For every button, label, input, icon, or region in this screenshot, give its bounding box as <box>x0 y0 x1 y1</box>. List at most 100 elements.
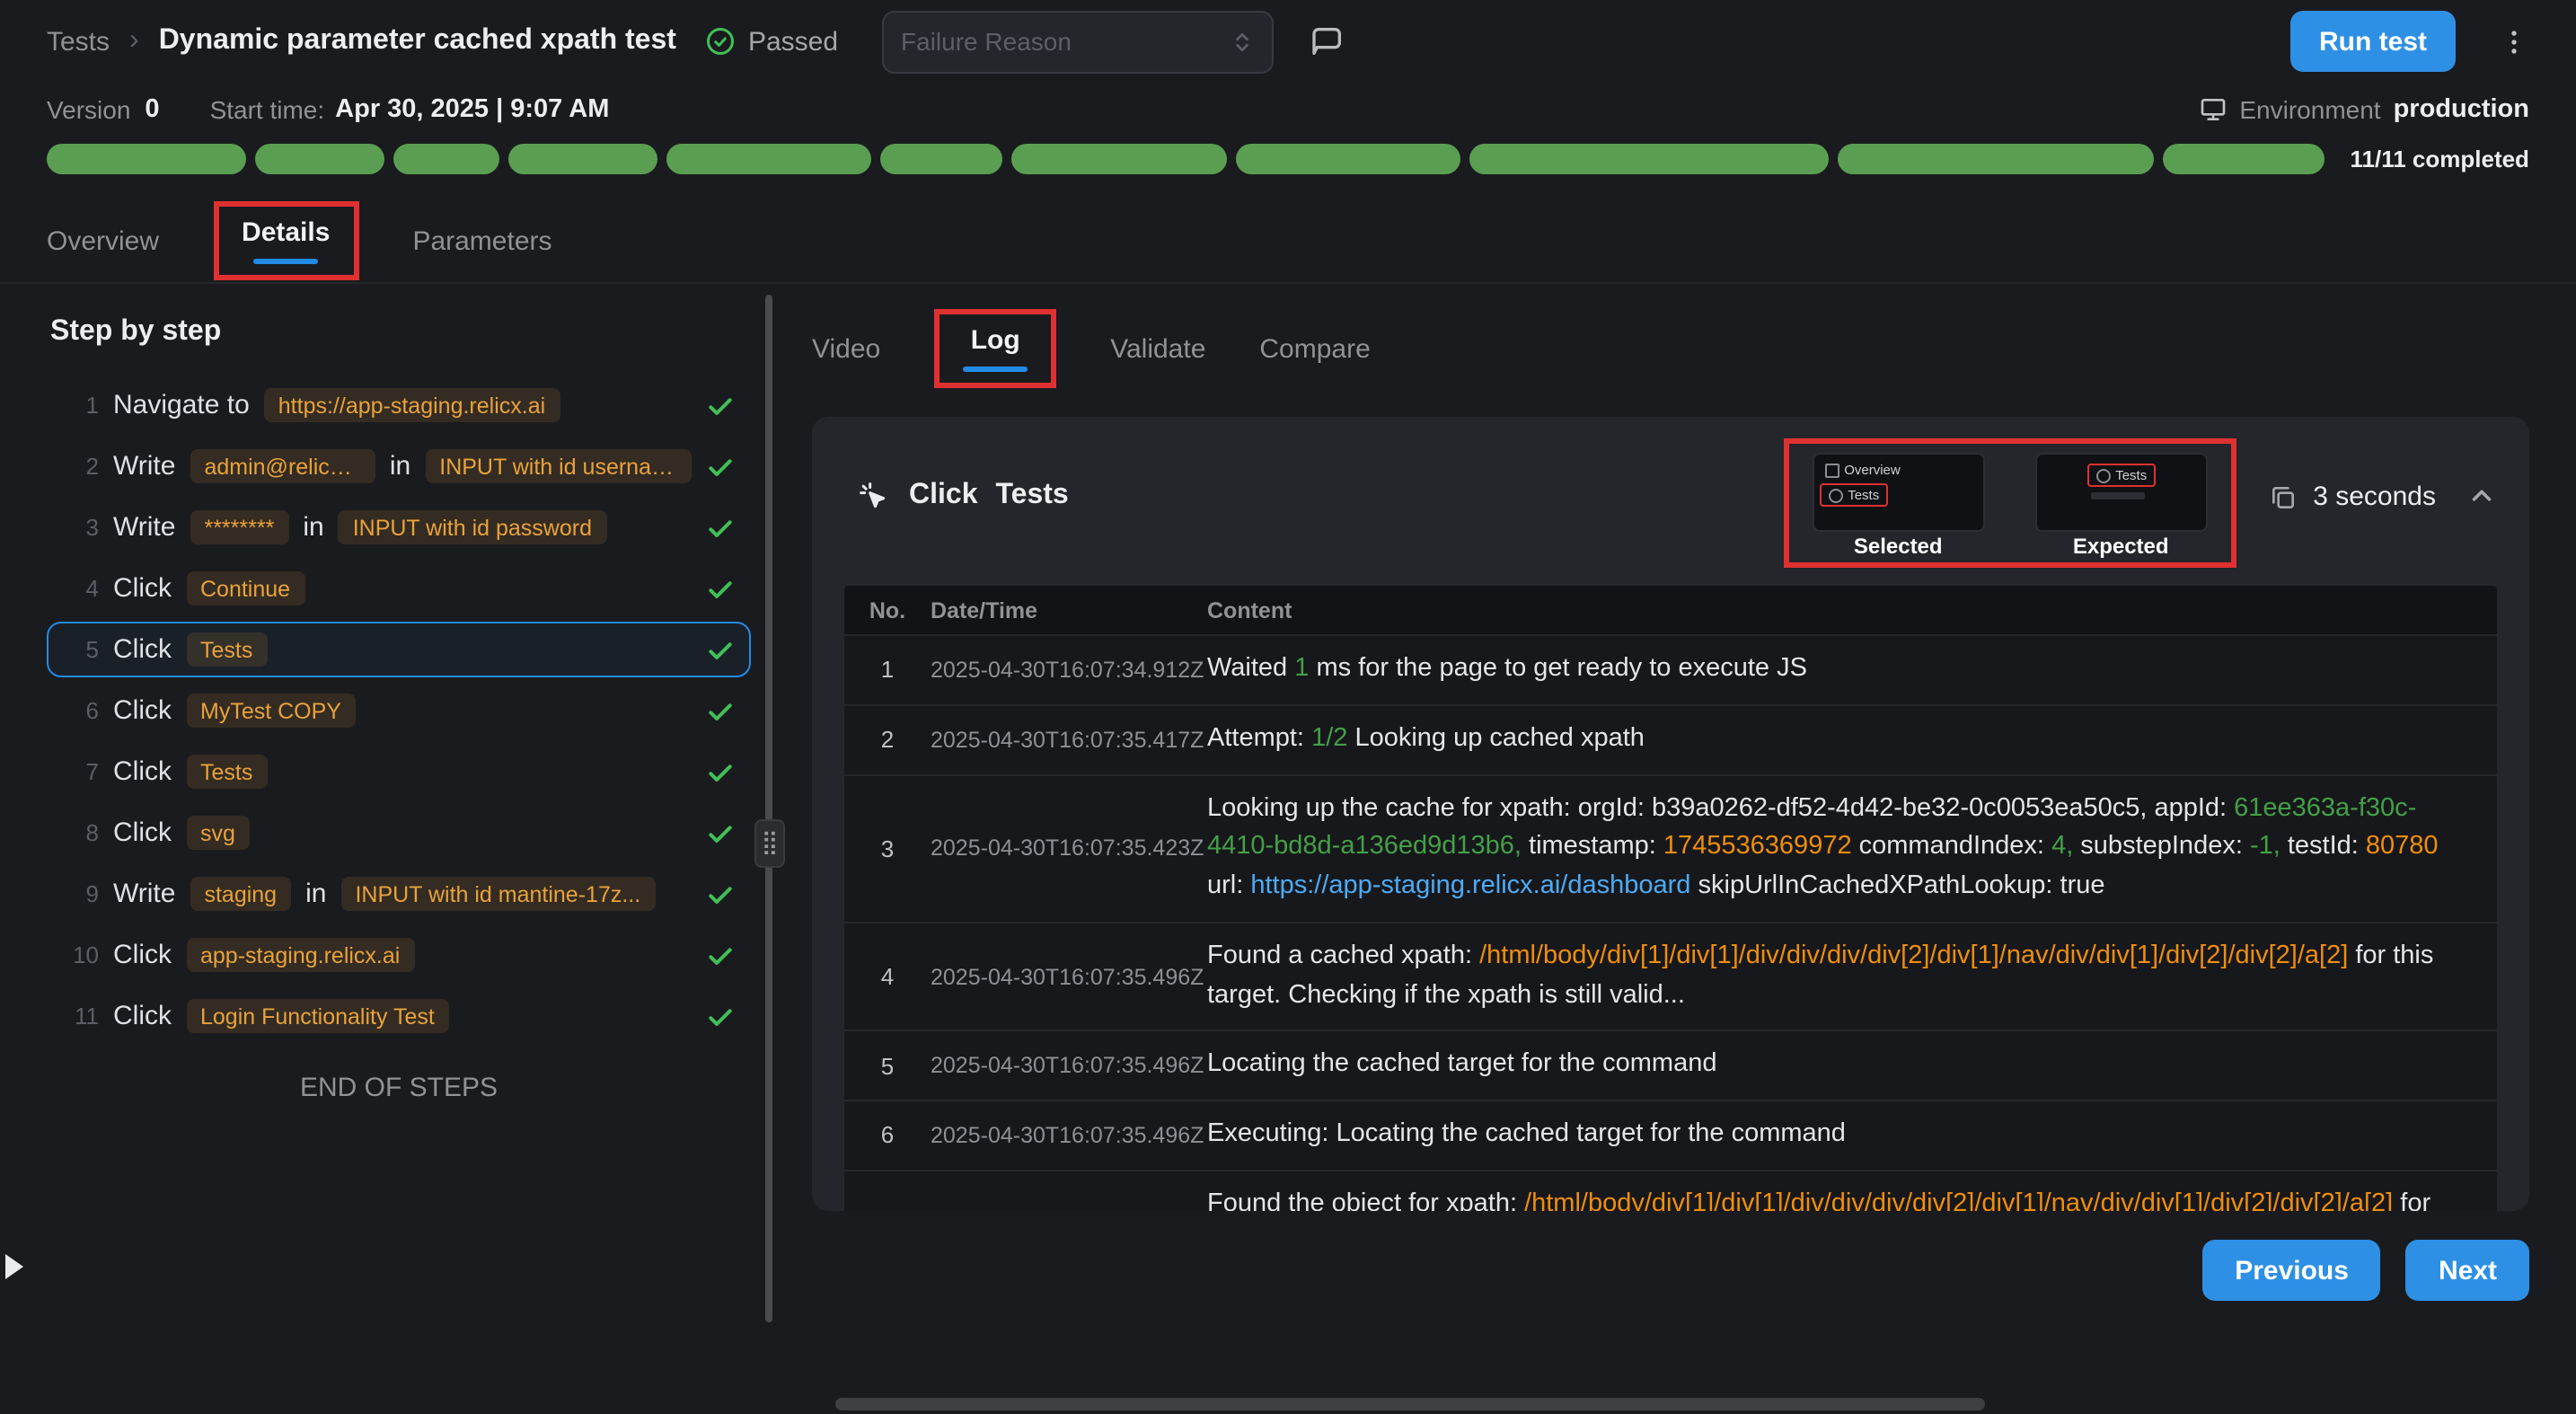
annotation-box-details-tab: Details <box>213 201 358 280</box>
tab-video[interactable]: Video <box>812 333 880 364</box>
horizontal-scrollbar[interactable] <box>835 1398 1985 1410</box>
start-time-value: Apr 30, 2025 | 9:07 AM <box>335 95 609 124</box>
row-no: 2 <box>844 726 931 753</box>
log-link[interactable]: https://app-staging.relicx.ai/dashboard <box>1250 871 1690 900</box>
tab-compare[interactable]: Compare <box>1259 333 1370 364</box>
step-number: 7 <box>63 758 99 785</box>
command-action: Click <box>909 480 978 512</box>
failure-reason-select[interactable]: Failure Reason <box>881 10 1273 73</box>
version-label: Version <box>47 95 130 124</box>
header-no: No. <box>844 597 931 623</box>
chevron-up-icon[interactable] <box>2466 482 2497 512</box>
step-action: Write <box>113 451 175 482</box>
selected-thumbnail-image: Overview Tests <box>1813 455 1982 530</box>
log-row-1: 1 2025-04-30T16:07:34.912Z Waited 1 ms f… <box>844 634 2497 704</box>
tab-parameters[interactable]: Parameters <box>412 225 551 256</box>
log-row-5: 5 2025-04-30T16:07:35.496Z Locating the … <box>844 1030 2497 1100</box>
step-action: Click <box>113 634 172 665</box>
step-row-5-selected[interactable]: 5 Click Tests <box>47 622 751 677</box>
command-target: Tests <box>996 480 1069 512</box>
active-tab-underline <box>963 367 1028 372</box>
expected-thumbnail-image: Tests <box>2036 455 2205 530</box>
row-time: 2025-04-30T16:07:35.496Z <box>931 1053 1207 1078</box>
progress-segment[interactable] <box>1010 144 1228 174</box>
pagination: Previous Next <box>812 1240 2529 1301</box>
row-content: Executing: Locating the cached target fo… <box>1207 1116 2497 1155</box>
environment-value: production <box>2394 95 2529 124</box>
progress-segment[interactable] <box>666 144 871 174</box>
step-target-chip: Tests <box>186 632 267 667</box>
progress-segment[interactable] <box>393 144 498 174</box>
steps-heading: Step by step <box>50 316 751 349</box>
tab-log[interactable]: Log <box>971 325 1020 356</box>
step-row-1[interactable]: 1 Navigate to https://app-staging.relicx… <box>47 377 751 433</box>
step-target-chip: Login Functionality Test <box>186 999 449 1033</box>
mini-bar <box>2090 492 2144 499</box>
step-row-8[interactable]: 8 Click svg <box>47 805 751 861</box>
step-connector: in <box>303 512 323 543</box>
mini-label: Tests <box>2115 467 2147 483</box>
row-no: 6 <box>844 1122 931 1149</box>
drag-handle[interactable]: ⣿ <box>754 819 785 868</box>
selected-thumbnail[interactable]: Overview Tests Selected <box>1813 455 1982 559</box>
step-row-9[interactable]: 9 Write staging in INPUT with id mantine… <box>47 866 751 922</box>
progress-segment[interactable] <box>880 144 1001 174</box>
kebab-menu-icon[interactable] <box>2499 26 2529 57</box>
step-action: Click <box>113 817 172 848</box>
step-connector: in <box>390 451 410 482</box>
active-tab-underline <box>253 259 318 264</box>
progress-segment[interactable] <box>1838 144 2154 174</box>
progress-segment[interactable] <box>2164 144 2325 174</box>
check-icon <box>706 513 735 542</box>
check-icon <box>706 818 735 847</box>
previous-button[interactable]: Previous <box>2202 1240 2381 1301</box>
row-no: 4 <box>844 963 931 990</box>
check-icon <box>706 574 735 603</box>
tab-overview[interactable]: Overview <box>47 225 159 256</box>
header-datetime: Date/Time <box>931 597 1207 623</box>
next-button[interactable]: Next <box>2406 1240 2529 1301</box>
row-content: Looking up the cache for xpath: orgId: b… <box>1207 790 2497 907</box>
copy-icon[interactable] <box>2268 482 2297 511</box>
step-row-4[interactable]: 4 Click Continue <box>47 561 751 616</box>
progress-segment[interactable] <box>47 144 245 174</box>
step-action: Click <box>113 573 172 604</box>
annotation-box-log-tab: Log <box>934 309 1056 388</box>
tests-mini-icon <box>1828 488 1842 502</box>
step-row-7[interactable]: 7 Click Tests <box>47 744 751 800</box>
progress-segment[interactable] <box>508 144 657 174</box>
run-test-button[interactable]: Run test <box>2290 11 2456 72</box>
log-card-header: Click Tests Overview Tests Selected <box>844 438 2497 586</box>
step-row-2[interactable]: 2 Write admin@relicx.ai in INPUT with id… <box>47 438 751 494</box>
progress-segment[interactable] <box>254 144 384 174</box>
step-row-3[interactable]: 3 Write ******** in INPUT with id passwo… <box>47 499 751 555</box>
progress-segment[interactable] <box>1469 144 1830 174</box>
tab-validate[interactable]: Validate <box>1110 333 1205 364</box>
comment-icon[interactable] <box>1309 23 1345 59</box>
step-action: Click <box>113 756 172 787</box>
step-row-10[interactable]: 10 Click app-staging.relicx.ai <box>47 927 751 983</box>
steps-scrollbar[interactable]: ⣿ <box>765 295 772 1322</box>
step-row-6[interactable]: 6 Click MyTest COPY <box>47 683 751 738</box>
step-row-11[interactable]: 11 Click Login Functionality Test <box>47 988 751 1044</box>
progress-bar: 11/11 completed <box>0 144 2576 174</box>
step-number: 5 <box>63 636 99 663</box>
expected-thumbnail[interactable]: Tests Expected <box>2036 455 2205 559</box>
tab-details[interactable]: Details <box>242 217 330 248</box>
step-action: Navigate to <box>113 390 250 420</box>
step-connector: in <box>305 879 326 909</box>
header-content: Content <box>1207 597 2497 623</box>
progress-segment[interactable] <box>1237 144 1460 174</box>
row-time: 2025-04-30T16:07:35.496Z <box>931 964 1207 989</box>
status-label: Passed <box>748 26 838 57</box>
expand-arrow[interactable] <box>5 1254 23 1279</box>
step-number: 2 <box>63 453 99 480</box>
step-number: 11 <box>63 1003 99 1030</box>
row-time: 2025-04-30T16:07:35.423Z <box>931 835 1207 861</box>
header-right-cluster: Overview Tests Selected Tests Ex <box>1783 438 2497 568</box>
row-content: Attempt: 1/2 Looking up cached xpath <box>1207 720 2497 760</box>
breadcrumb-tests[interactable]: Tests <box>47 26 110 57</box>
steps-panel: Step by step 1 Navigate to https://app-s… <box>47 287 751 1103</box>
step-target-chip: Tests <box>186 755 267 789</box>
row-time: 2025-04-30T16:07:35.417Z <box>931 727 1207 752</box>
